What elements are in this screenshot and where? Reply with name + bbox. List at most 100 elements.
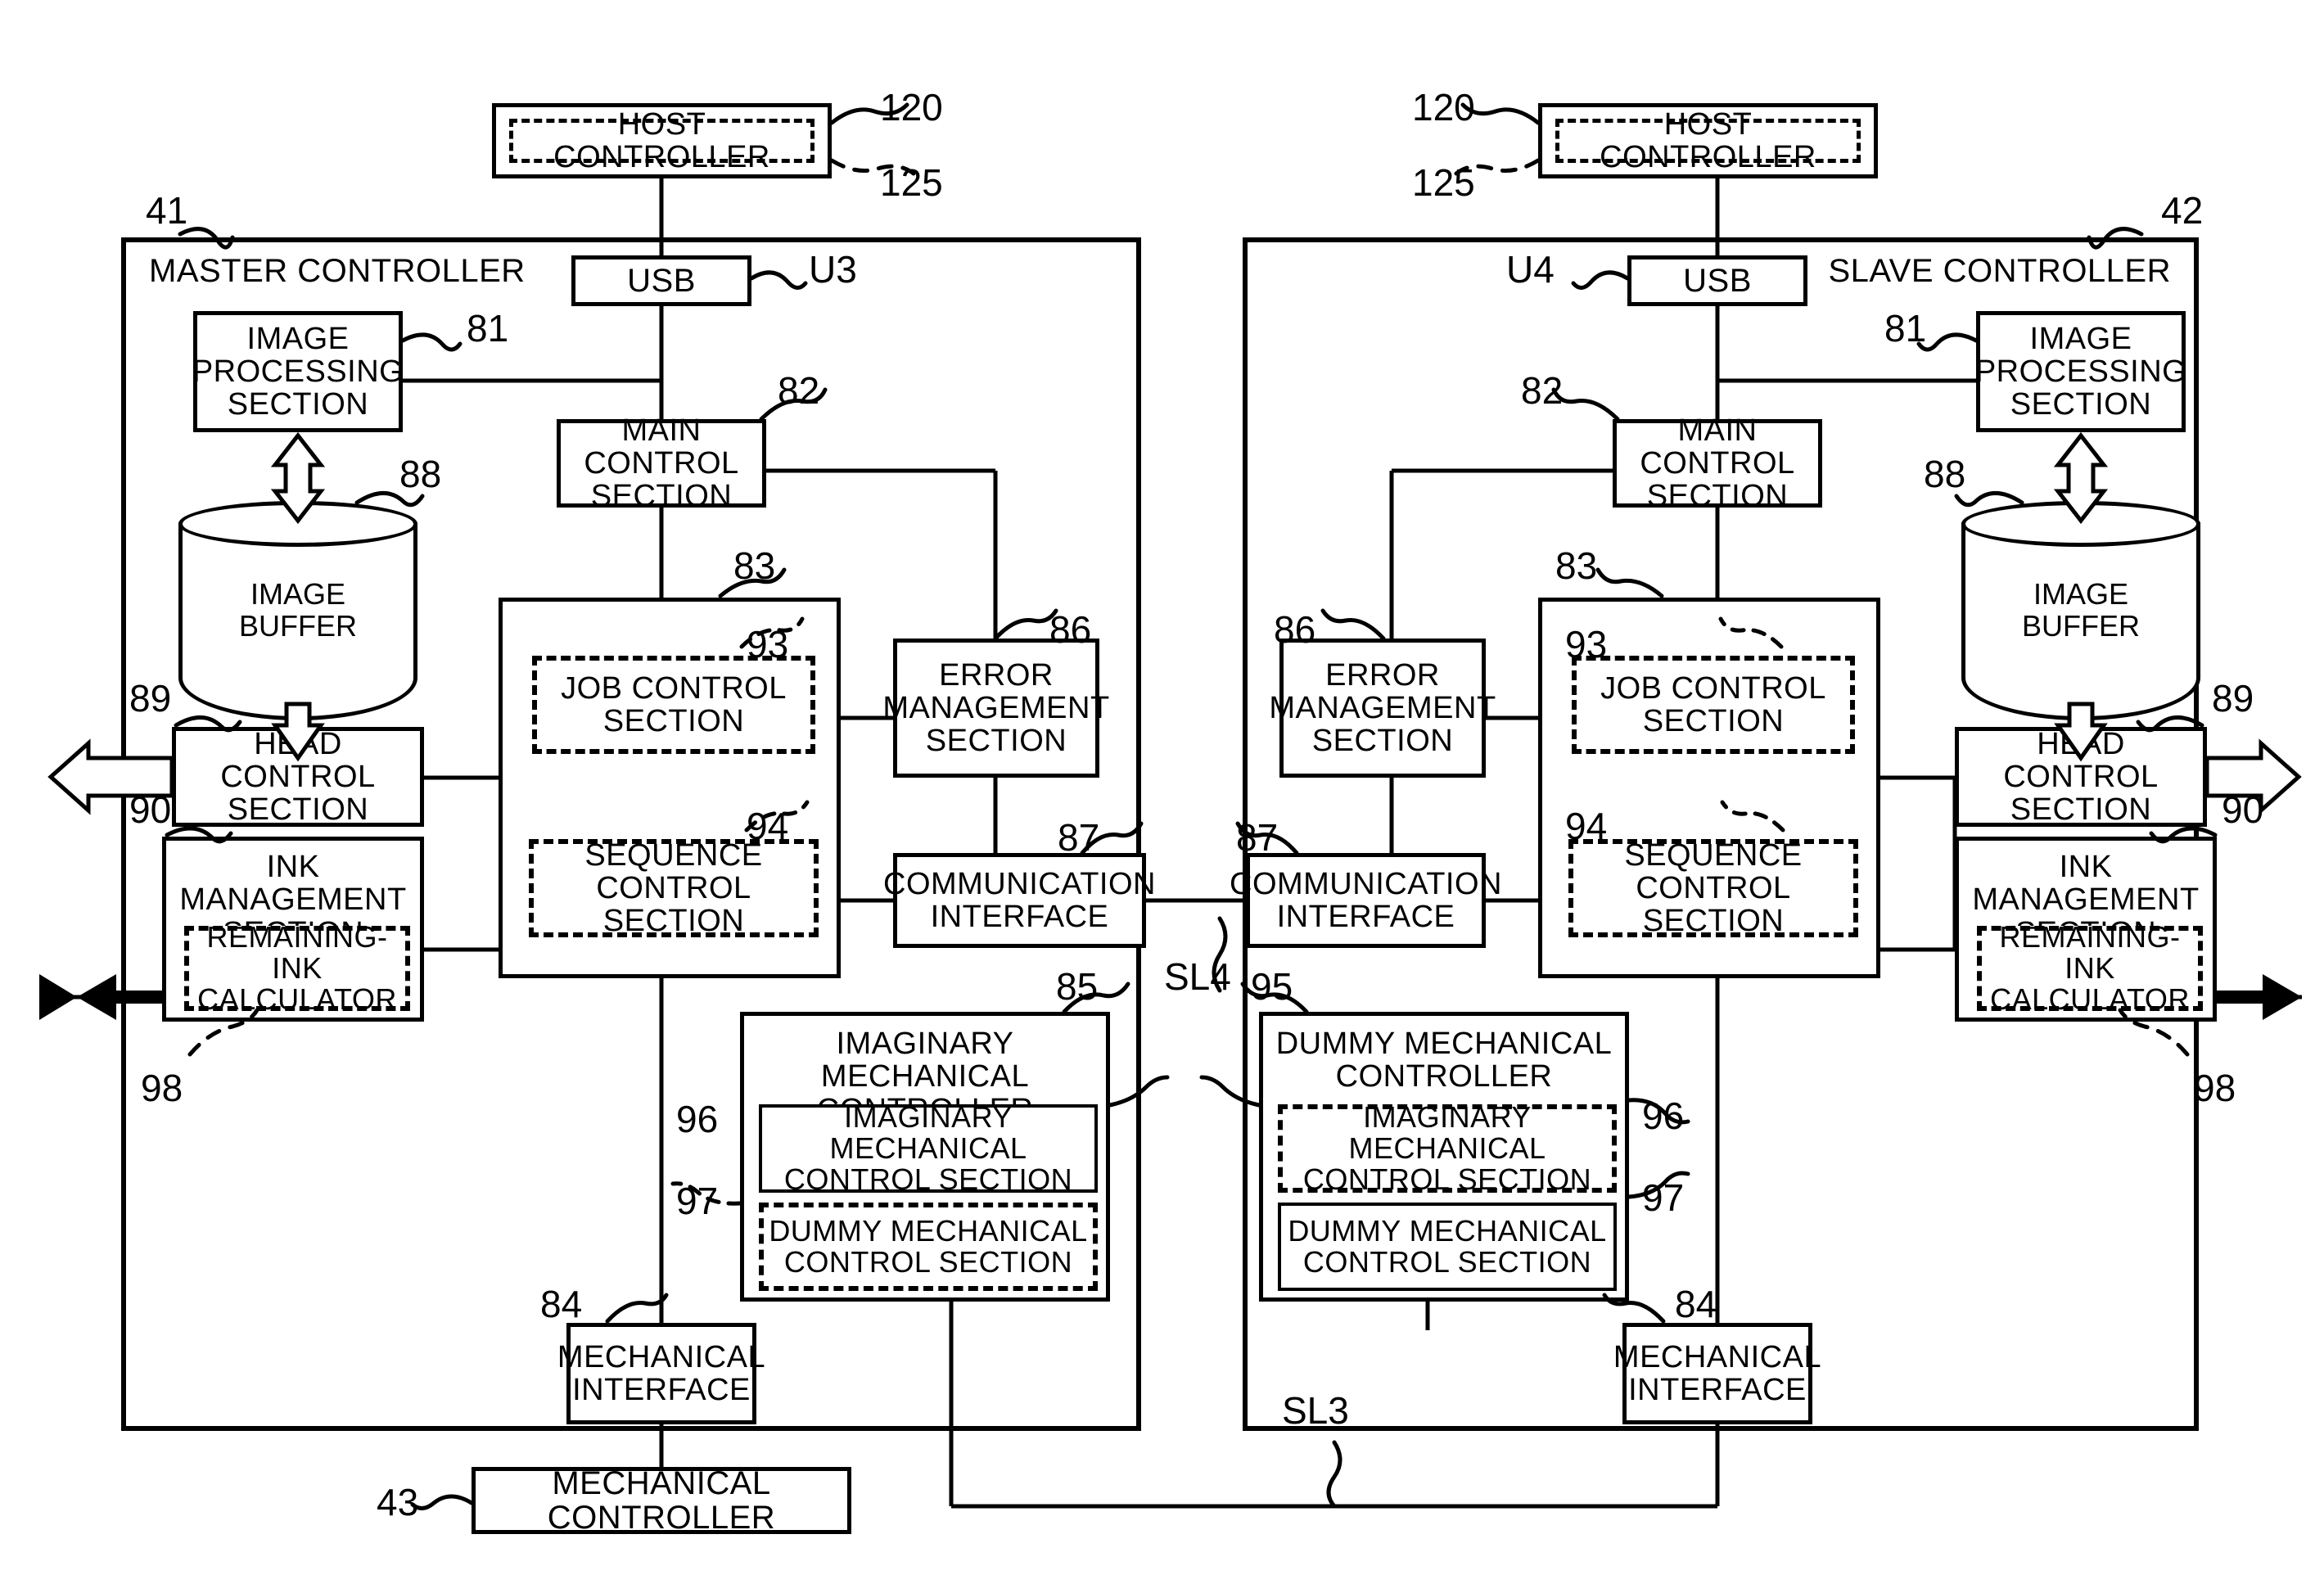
right-dummy-mech-control-section-label: DUMMY MECHANICAL CONTROL SECTION bbox=[1288, 1213, 1607, 1279]
ref-87-right: 87 bbox=[1236, 816, 1279, 859]
left-image-processing-section[interactable]: IMAGE PROCESSING SECTION bbox=[192, 311, 404, 432]
left-host-controller-label: HOST CONTROLLER bbox=[553, 106, 770, 174]
ref-88-right: 88 bbox=[1924, 453, 1966, 495]
ref-83-right: 83 bbox=[1555, 544, 1598, 587]
right-image-buffer-top bbox=[1961, 501, 2200, 547]
ref-125-left: 125 bbox=[880, 161, 943, 204]
ref-43: 43 bbox=[377, 1481, 419, 1523]
leader-SL3 bbox=[1326, 1440, 1343, 1509]
right-imaginary-mechanical-control-section[interactable]: IMAGINARY MECHANICAL CONTROL SECTION bbox=[1278, 1101, 1617, 1195]
left-mechanical-interface[interactable]: MECHANICAL INTERFACE bbox=[557, 1323, 765, 1424]
right-host-controller[interactable]: HOST CONTROLLER bbox=[1538, 103, 1878, 178]
mechanical-controller[interactable]: MECHANICAL CONTROLLER bbox=[472, 1464, 851, 1536]
right-image-buffer-label: IMAGE BUFFER bbox=[2022, 577, 2140, 643]
master-controller-title: MASTER CONTROLLER bbox=[149, 253, 526, 289]
ref-86-left: 86 bbox=[1049, 608, 1092, 651]
right-usb[interactable]: USB bbox=[1627, 255, 1807, 306]
ref-41: 41 bbox=[146, 189, 188, 232]
ref-120-right: 120 bbox=[1412, 86, 1475, 129]
right-dummy-mechanical-control-section[interactable]: DUMMY MECHANICAL CONTROL SECTION bbox=[1278, 1203, 1617, 1291]
right-image-processing-section[interactable]: IMAGE PROCESSING SECTION bbox=[1974, 311, 2187, 432]
right-communication-interface[interactable]: COMMUNICATION INTERFACE bbox=[1230, 853, 1502, 948]
left-main-control-label: MAIN CONTROL SECTION bbox=[584, 413, 739, 514]
right-host-controller-label: HOST CONTROLLER bbox=[1600, 106, 1816, 174]
ref-95: 95 bbox=[1251, 965, 1293, 1008]
left-ink-double-arrow-outer bbox=[39, 974, 77, 1020]
ref-90-right: 90 bbox=[2222, 788, 2264, 831]
slave-controller-title: SLAVE CONTROLLER bbox=[1828, 253, 2171, 289]
right-dummy-mechanical-controller: DUMMY MECHANICAL CONTROLLER IMAGINARY ME… bbox=[1259, 1012, 1629, 1302]
ref-93-left: 93 bbox=[747, 623, 789, 666]
left-main-control-section[interactable]: MAIN CONTROL SECTION bbox=[557, 414, 766, 512]
right-job-control-section[interactable]: JOB CONTROL SECTION bbox=[1572, 656, 1855, 754]
ref-42: 42 bbox=[2161, 189, 2204, 232]
left-error-management-label: ERROR MANAGEMENT SECTION bbox=[882, 657, 1110, 759]
ref-83-left: 83 bbox=[733, 544, 776, 587]
left-communication-interface-label: COMMUNICATION INTERFACE bbox=[883, 866, 1156, 934]
left-image-buffer-label: IMAGE BUFFER bbox=[239, 577, 357, 643]
right-communication-interface-label: COMMUNICATION INTERFACE bbox=[1230, 866, 1502, 934]
left-usb-label: USB bbox=[627, 262, 696, 299]
ref-93-right: 93 bbox=[1565, 623, 1608, 666]
left-communication-interface[interactable]: COMMUNICATION INTERFACE bbox=[883, 853, 1156, 948]
right-head-control-section[interactable]: HEAD CONTROL SECTION bbox=[1955, 727, 2207, 827]
left-imaginary-mechanical-control-section[interactable]: IMAGINARY MECHANICAL CONTROL SECTION bbox=[759, 1099, 1098, 1197]
right-ink-double-arrow-inner bbox=[2217, 974, 2302, 1020]
right-mechanical-interface-label: MECHANICAL INTERFACE bbox=[1613, 1339, 1822, 1407]
ref-125-right: 125 bbox=[1412, 161, 1475, 204]
right-job-control-label: JOB CONTROL SECTION bbox=[1600, 670, 1826, 738]
ref-98-left: 98 bbox=[141, 1067, 183, 1109]
ref-81-left: 81 bbox=[467, 307, 509, 350]
ref-SL3: SL3 bbox=[1282, 1389, 1349, 1432]
ref-87-left: 87 bbox=[1058, 816, 1100, 859]
left-host-controller-inner: HOST CONTROLLER bbox=[509, 108, 815, 174]
ref-89-right: 89 bbox=[2212, 677, 2254, 720]
figure-canvas: MASTER CONTROLLER SLAVE CONTROLLER HOST … bbox=[0, 0, 2324, 1593]
left-job-control-label: JOB CONTROL SECTION bbox=[561, 670, 787, 738]
left-head-control-section[interactable]: HEAD CONTROL SECTION bbox=[172, 727, 424, 827]
ref-84-right: 84 bbox=[1675, 1283, 1717, 1325]
right-dummy-mech-controller-label: DUMMY MECHANICAL CONTROLLER bbox=[1275, 1027, 1613, 1094]
ref-94-left: 94 bbox=[747, 805, 789, 847]
right-image-buffer: IMAGE BUFFER bbox=[1961, 501, 2200, 720]
left-imaginary-mech-control-section-label: IMAGINARY MECHANICAL CONTROL SECTION bbox=[783, 1099, 1073, 1197]
ref-96-right: 96 bbox=[1642, 1094, 1685, 1137]
left-imaginary-mechanical-controller: IMAGINARY MECHANICAL CONTROLLER IMAGINAR… bbox=[740, 1012, 1110, 1302]
left-remaining-ink-label: REMAINING-INK CALCULATOR bbox=[197, 919, 397, 1017]
left-image-buffer-top bbox=[178, 501, 417, 547]
right-sequence-control-section[interactable]: SEQUENCE CONTROL SECTION bbox=[1568, 839, 1858, 937]
left-job-control-section[interactable]: JOB CONTROL SECTION bbox=[532, 656, 815, 754]
left-ink-management-section[interactable]: INK MANAGEMENT SECTION REMAINING-INK CAL… bbox=[162, 837, 424, 1022]
left-sequence-control-label: SEQUENCE CONTROL SECTION bbox=[584, 837, 763, 939]
left-usb[interactable]: USB bbox=[571, 255, 751, 306]
ref-89-left: 89 bbox=[129, 677, 172, 720]
leader-43 bbox=[410, 1494, 474, 1510]
left-mechanical-interface-label: MECHANICAL INTERFACE bbox=[557, 1339, 766, 1407]
right-usb-label: USB bbox=[1683, 262, 1752, 299]
left-image-processing-label: IMAGE PROCESSING SECTION bbox=[192, 321, 404, 422]
right-head-control-label: HEAD CONTROL SECTION bbox=[2003, 726, 2159, 828]
ref-88-left: 88 bbox=[399, 453, 442, 495]
ref-84-left: 84 bbox=[540, 1283, 583, 1325]
right-sequence-control-label: SEQUENCE CONTROL SECTION bbox=[1624, 837, 1803, 939]
right-error-management-section[interactable]: ERROR MANAGEMENT SECTION bbox=[1269, 639, 1496, 778]
ref-96-left: 96 bbox=[676, 1098, 719, 1140]
ref-82-left: 82 bbox=[778, 369, 820, 412]
right-main-control-label: MAIN CONTROL SECTION bbox=[1640, 413, 1795, 514]
left-host-controller[interactable]: HOST CONTROLLER bbox=[492, 103, 832, 178]
right-main-control-section[interactable]: MAIN CONTROL SECTION bbox=[1613, 414, 1822, 512]
left-remaining-ink-calculator: REMAINING-INK CALCULATOR bbox=[184, 921, 410, 1015]
left-dummy-mechanical-control-section[interactable]: DUMMY MECHANICAL CONTROL SECTION bbox=[759, 1203, 1098, 1291]
left-error-management-section[interactable]: ERROR MANAGEMENT SECTION bbox=[882, 639, 1109, 778]
right-remaining-ink-label: REMAINING-INK CALCULATOR bbox=[1990, 919, 2190, 1017]
right-mechanical-interface[interactable]: MECHANICAL INTERFACE bbox=[1613, 1323, 1821, 1424]
right-image-processing-label: IMAGE PROCESSING SECTION bbox=[1974, 321, 2187, 422]
mechanical-controller-label: MECHANICAL CONTROLLER bbox=[547, 1464, 776, 1536]
right-ink-management-section[interactable]: INK MANAGEMENT SECTION REMAINING-INK CAL… bbox=[1955, 837, 2217, 1022]
right-error-management-label: ERROR MANAGEMENT SECTION bbox=[1269, 657, 1496, 759]
ref-90-left: 90 bbox=[129, 788, 172, 831]
left-sequence-control-section[interactable]: SEQUENCE CONTROL SECTION bbox=[529, 839, 819, 937]
left-image-buffer: IMAGE BUFFER bbox=[178, 501, 417, 720]
ref-SL4: SL4 bbox=[1164, 955, 1231, 998]
left-head-control-label: HEAD CONTROL SECTION bbox=[220, 726, 376, 828]
